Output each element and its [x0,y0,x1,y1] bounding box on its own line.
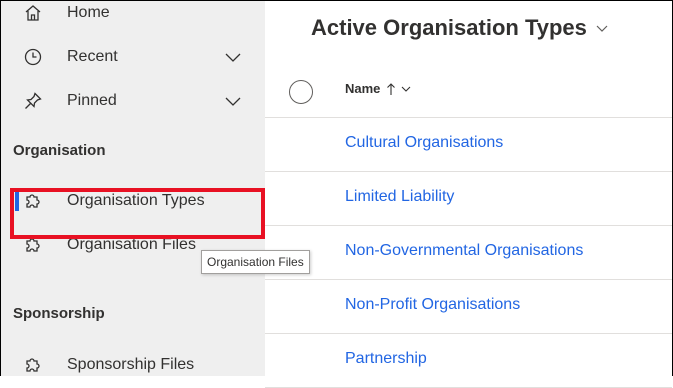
row-name-link[interactable]: Non-Governmental Organisations [345,242,583,260]
sidebar-item-label: Organisation Types [67,192,205,209]
row-name-link[interactable]: Cultural Organisations [345,134,503,152]
chevron-down-icon[interactable] [223,91,243,111]
table-row[interactable]: Non-Profit Organisations [265,280,672,334]
home-icon [25,5,41,21]
view-title: Active Organisation Types [311,15,587,40]
main-content: Active Organisation Types Name Cultural … [265,1,672,388]
section-header-sponsorship: Sponsorship [13,305,105,322]
view-selector[interactable]: Active Organisation Types [311,15,609,41]
sidebar: Home Recent Pinned Organisation Organisa… [1,1,265,376]
row-name-link[interactable]: Non-Profit Organisations [345,296,520,314]
table-row[interactable]: Non-Governmental Organisations [265,226,672,280]
puzzle-icon [26,194,40,208]
grid-header: Name [265,61,672,118]
sidebar-item-label: Pinned [67,92,117,109]
puzzle-icon [26,358,40,372]
pin-icon [25,92,42,109]
select-all-checkbox[interactable] [289,80,313,104]
sidebar-item-organisation-types[interactable]: Organisation Types [1,179,265,223]
column-header-name[interactable]: Name [345,81,412,96]
table-row[interactable]: Cultural Organisations [265,118,672,172]
sidebar-item-label: Sponsorship Files [67,356,195,373]
sidebar-item-label: Recent [67,48,118,65]
sidebar-item-label: Organisation Files [67,236,196,253]
table-row[interactable]: Limited Liability [265,172,672,226]
sidebar-item-sponsorship-files[interactable]: Sponsorship Files [1,343,265,376]
row-name-link[interactable]: Limited Liability [345,188,454,206]
puzzle-icon [26,238,40,252]
sidebar-item-label: Home [67,4,110,21]
clock-icon [24,48,42,66]
table-row[interactable]: Partnership [265,334,672,388]
row-name-link[interactable]: Partnership [345,350,427,368]
sidebar-item-pinned[interactable]: Pinned [1,79,265,123]
sidebar-item-recent[interactable]: Recent [1,35,265,79]
column-header-label: Name [345,81,381,96]
sort-ascending-icon [387,82,396,95]
chevron-down-icon [402,86,411,92]
chevron-down-icon [596,25,608,32]
sidebar-item-home[interactable]: Home [1,1,265,35]
chevron-down-icon[interactable] [223,47,243,67]
section-header-organisation: Organisation [13,142,106,159]
